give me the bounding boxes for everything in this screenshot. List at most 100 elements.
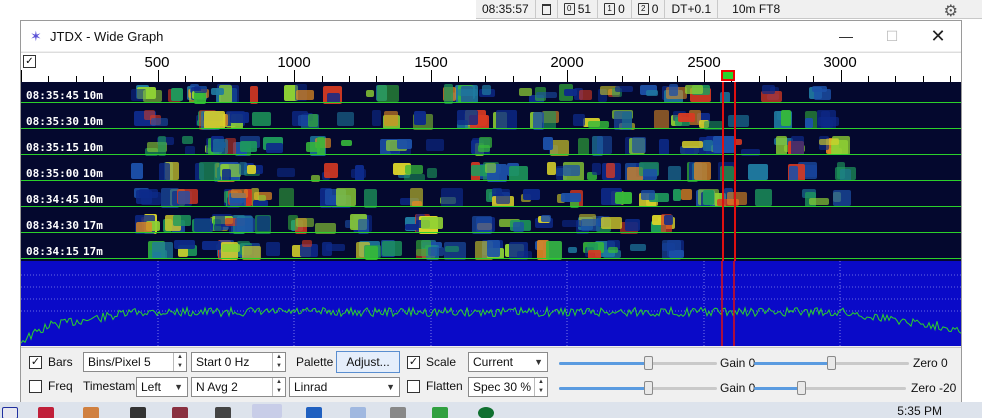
scale-tick	[431, 70, 432, 82]
waterfall-row: 08:35:00 10m	[21, 160, 961, 186]
row-band: 10m	[83, 167, 103, 180]
slider-thumb[interactable]	[797, 381, 806, 395]
bars-checkbox[interactable]: ✓ Bars	[29, 352, 73, 372]
count-b: 0	[618, 2, 625, 16]
scale-label-1500: 1500	[414, 54, 448, 71]
scale-tick	[21, 70, 22, 82]
slider-thumb[interactable]	[644, 356, 653, 370]
palette-value: Linrad	[294, 380, 328, 394]
row-band: 17m	[83, 219, 103, 232]
slider-fill	[559, 362, 648, 365]
row-band: 10m	[83, 89, 103, 102]
taskbar-clock: 5:35 PM	[897, 404, 942, 418]
box-zero-icon: 0	[563, 3, 575, 15]
app-taskbar-icon[interactable]	[478, 407, 494, 418]
window-title: JTDX - Wide Graph	[50, 28, 164, 44]
gear-icon[interactable]: ⚙	[944, 1, 958, 21]
jtdx-app-icon: ✶	[30, 28, 42, 44]
trash-icon[interactable]	[541, 3, 551, 15]
count-cell-b: 10	[598, 0, 632, 19]
start-frequency-spinbox[interactable]: Start 0 Hz ▲ ▼	[191, 352, 286, 372]
bins-per-pixel-spinbox[interactable]: Bins/Pixel 5 ▲ ▼	[83, 352, 187, 372]
slider-fill	[754, 387, 801, 390]
waterfall-row: 08:35:15 10m	[21, 134, 961, 160]
scale-tick	[704, 70, 705, 82]
app-taskbar-icon[interactable]	[172, 407, 188, 418]
scale-checkbox-ctl[interactable]: ✓ Scale	[407, 352, 456, 372]
waterfall-zero-label: Zero 0	[913, 356, 948, 370]
app-taskbar-icon[interactable]	[38, 407, 54, 418]
rx-line-left	[722, 82, 724, 261]
active-jtdx-taskbar-icon[interactable]	[252, 404, 282, 418]
bars-check[interactable]: ✓	[29, 355, 42, 369]
scale-tick	[567, 70, 568, 82]
spin-arrows-icon[interactable]: ▲ ▼	[272, 353, 285, 371]
waterfall-gain-label: Gain 0	[720, 356, 756, 370]
waterfall-row: 08:35:30 10m	[21, 108, 961, 134]
chevron-down-icon: ▼	[386, 382, 395, 392]
timestamp-dropdown[interactable]: Left ▼	[136, 377, 188, 397]
row-band: 10m	[83, 193, 103, 206]
flatten-check[interactable]	[407, 379, 420, 393]
waterfall-zero-slider[interactable]	[754, 356, 909, 370]
count-a: 51	[577, 2, 592, 16]
row-separator	[21, 206, 961, 207]
palette-dropdown[interactable]: Linrad ▼	[289, 377, 400, 397]
scale-label-1000: 1000	[277, 54, 311, 71]
spectrum-gain-slider[interactable]	[559, 381, 717, 395]
minimize-button[interactable]: —	[823, 21, 869, 51]
spectrum-zero-slider[interactable]	[754, 381, 906, 395]
app-taskbar-icon[interactable]	[390, 407, 406, 418]
graduation-cap-icon[interactable]	[130, 407, 146, 418]
spectrum-type-dropdown[interactable]: Current ▼	[468, 352, 548, 372]
flatten-checkbox[interactable]: Flatten	[407, 376, 463, 396]
scale-checkbox[interactable]: ✓	[23, 55, 36, 68]
spin-arrows-icon[interactable]: ▲ ▼	[272, 378, 285, 396]
freq-check[interactable]	[29, 379, 42, 393]
slider-fill	[754, 362, 831, 365]
dt-value: DT+0.1	[665, 0, 719, 19]
spectrum-display[interactable]	[21, 261, 961, 346]
app-taskbar-icon[interactable]	[306, 407, 322, 418]
count-cell-a: 0 51	[558, 0, 599, 19]
freq-checkbox[interactable]: Freq	[29, 376, 73, 396]
spec-percent-spinbox[interactable]: Spec 30 % ▲ ▼	[468, 377, 548, 397]
row-timestamp: 08:34:15	[26, 245, 79, 258]
timestamp-label: Timestamp	[83, 379, 142, 393]
scale-label: Scale	[426, 355, 457, 369]
app-taskbar-icon[interactable]	[215, 407, 231, 418]
adjust-button[interactable]: Adjust...	[336, 351, 400, 373]
frequency-scale[interactable]: ✓ 500 1000 1500 2000 2500 3000	[21, 52, 961, 82]
rx-frequency-marker[interactable]	[721, 70, 735, 81]
band-mode: 10m FT8	[732, 2, 781, 16]
app-taskbar-icon[interactable]	[83, 407, 99, 418]
app-taskbar-icon[interactable]	[350, 407, 366, 418]
scale-label-500: 500	[144, 54, 170, 71]
title-bar[interactable]: ✶ JTDX - Wide Graph — ☐ ✕	[21, 21, 961, 51]
chevron-down-icon: ▼	[174, 382, 183, 392]
close-button[interactable]: ✕	[915, 21, 961, 51]
spectrum-grid	[21, 261, 961, 346]
app-taskbar-icon[interactable]	[432, 407, 448, 418]
scale-label-2500: 2500	[687, 54, 721, 71]
slider-thumb[interactable]	[644, 381, 653, 395]
scale-check[interactable]: ✓	[407, 355, 420, 369]
box-two-icon: 2	[637, 3, 649, 15]
maximize-button[interactable]: ☐	[869, 21, 915, 51]
timestamp-value: Left	[141, 380, 162, 394]
row-timestamp: 08:35:30	[26, 115, 79, 128]
erase-cell[interactable]	[536, 0, 558, 19]
spin-arrows-icon[interactable]: ▲ ▼	[173, 353, 186, 371]
scale-tick	[841, 70, 842, 82]
spin-arrows-icon[interactable]: ▲ ▼	[534, 378, 547, 396]
wide-graph-window: ✶ JTDX - Wide Graph — ☐ ✕ ✓ 500 1000 150…	[20, 20, 962, 402]
waterfall-gain-slider[interactable]	[559, 356, 717, 370]
jtdx-taskbar-icon[interactable]	[2, 407, 18, 418]
slider-thumb[interactable]	[827, 356, 836, 370]
spectrum-zero-label: Zero -20	[911, 381, 957, 395]
scale-tick	[158, 70, 159, 82]
waterfall-display[interactable]: 08:35:45 10m 08:35:30 10m 08:35:15 10m 0…	[21, 82, 961, 261]
n-avg-spinbox[interactable]: N Avg 2 ▲ ▼	[191, 377, 286, 397]
row-timestamp: 08:35:15	[26, 141, 79, 154]
n-avg-value: N Avg 2	[196, 380, 238, 394]
